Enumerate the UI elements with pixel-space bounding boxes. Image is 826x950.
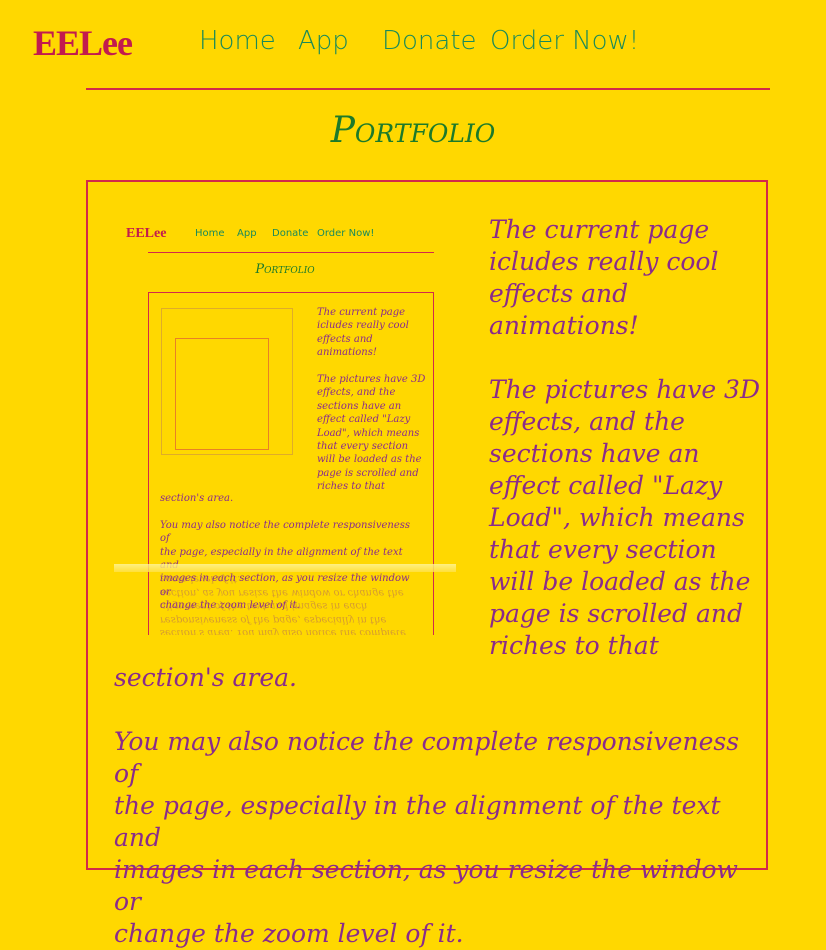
- thumb-reflection: section's area. You may also notice the …: [160, 573, 406, 635]
- header-divider: [86, 88, 770, 90]
- nav-app-link[interactable]: App: [298, 26, 349, 56]
- site-logo[interactable]: EELee: [33, 22, 133, 64]
- thumb-nav-donate: Donate: [272, 228, 309, 239]
- portfolio-screenshot: EELee Home App Donate Order Now! Portfol…: [114, 210, 456, 635]
- thumb-divider: [148, 252, 434, 253]
- thumb-nav-home: Home: [195, 228, 225, 239]
- nav-order-link[interactable]: Order Now!: [490, 26, 639, 56]
- thumb-nav-order: Order Now!: [317, 228, 375, 239]
- portfolio-text-top: The current page icludes really cool eff…: [489, 215, 761, 660]
- thumb-text-top: The current page icludes really cool eff…: [317, 307, 426, 493]
- nav-donate-link[interactable]: Donate: [382, 26, 477, 56]
- thumb-title: Portfolio: [255, 262, 315, 277]
- portfolio-text-bottom: section's area. You may also notice the …: [114, 663, 740, 948]
- page-title: Portfolio: [330, 110, 496, 151]
- thumb-nav-app: App: [237, 228, 257, 239]
- thumb-logo: EELee: [126, 226, 167, 241]
- nav-home-link[interactable]: Home: [199, 26, 276, 56]
- thumb-reflection-line: [114, 564, 456, 572]
- thumb-nested-frame: [175, 338, 269, 450]
